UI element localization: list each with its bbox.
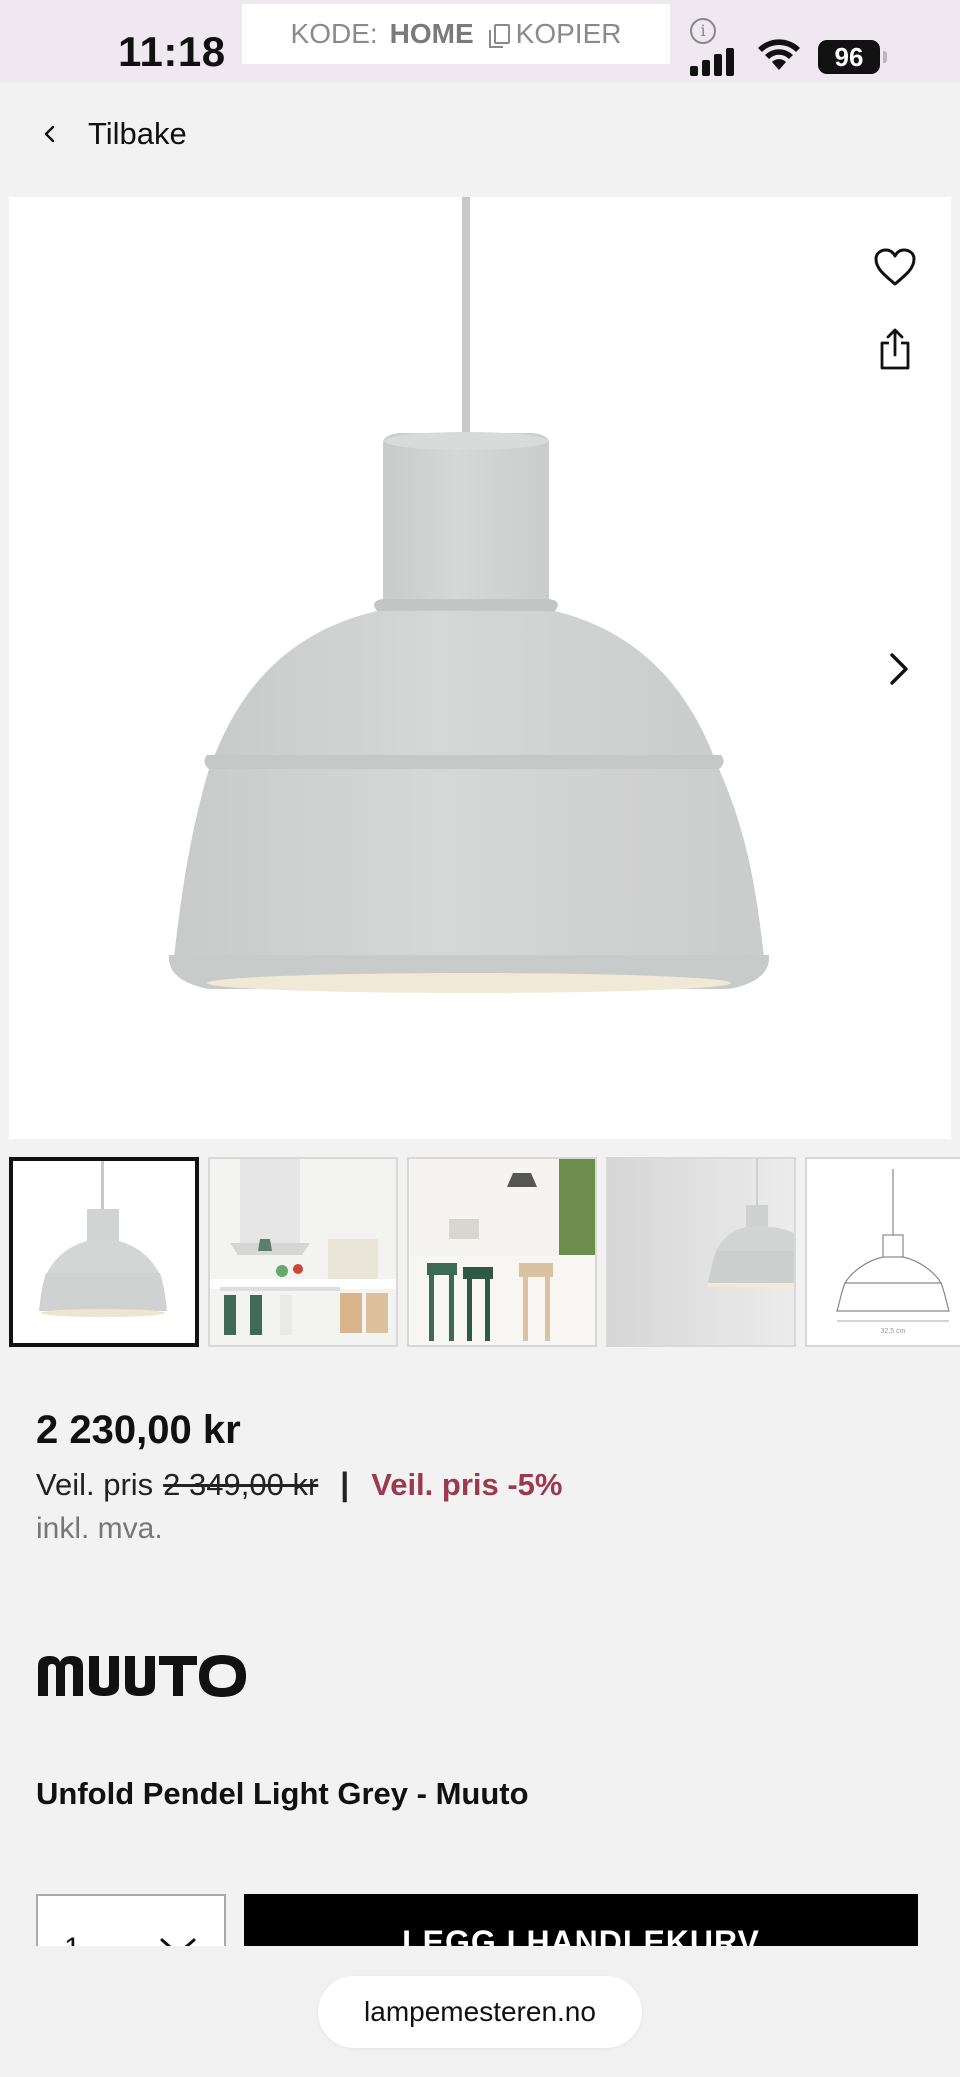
discount-label: Veil. pris -5% (371, 1466, 563, 1502)
svg-text:32,5 cm: 32,5 cm (881, 1328, 906, 1335)
share-button[interactable] (871, 321, 919, 377)
copy-label: KOPIER (515, 18, 622, 49)
thumbnail-1[interactable] (9, 1157, 199, 1347)
thumbnail-4[interactable] (606, 1157, 796, 1347)
recommended-price: 2 349,00 kr (163, 1466, 319, 1502)
product-image-main[interactable] (9, 197, 951, 1139)
discount-code-banner[interactable]: KODE: HOME KOPIER (242, 4, 670, 64)
next-image-button[interactable] (877, 641, 921, 697)
share-icon (880, 328, 910, 370)
dimension-drawing-thumbnail: 32,5 cm (807, 1159, 960, 1345)
vat-note: inkl. mva. (36, 1512, 163, 1545)
price-separator: | (340, 1466, 350, 1502)
copy-code-button[interactable]: KOPIER (488, 18, 622, 50)
bar-stools-thumbnail (409, 1159, 595, 1345)
thumbnail-3[interactable] (407, 1157, 597, 1347)
wifi-icon (758, 39, 800, 70)
chevron-right-icon (890, 653, 908, 685)
chevron-left-icon (44, 125, 55, 143)
code-value: HOME (389, 18, 474, 49)
thumbnail-strip[interactable]: 32,5 cm (9, 1157, 960, 1349)
pendant-lamp-image (168, 197, 770, 993)
code-label: KODE: (290, 18, 378, 49)
muuto-logo[interactable] (36, 1652, 248, 1703)
battery-tip (883, 51, 887, 63)
pendant-lamp-thumbnail (13, 1161, 195, 1343)
browser-bottom-bar: lampemesteren.no (0, 1946, 960, 2077)
thumbnail-2[interactable] (208, 1157, 398, 1347)
status-bar: 11:18 KODE: HOME KOPIER i 96 (0, 0, 960, 82)
pendant-lamp-side-thumbnail (608, 1159, 794, 1345)
recommended-price-row: Veil. pris 2 349,00 kr | Veil. pris -5% (36, 1466, 563, 1503)
thumbnail-5[interactable]: 32,5 cm (805, 1157, 960, 1347)
favorite-button[interactable] (869, 241, 921, 293)
cellular-signal-icon (690, 48, 734, 76)
kitchen-scene-thumbnail (210, 1159, 396, 1345)
product-price: 2 230,00 kr (36, 1408, 241, 1452)
copy-icon (488, 24, 510, 48)
status-time: 11:18 (118, 28, 226, 75)
back-label: Tilbake (88, 116, 187, 151)
brand-logo-icon (38, 1655, 246, 1697)
recommended-label: Veil. pris (36, 1466, 154, 1502)
info-icon[interactable]: i (690, 18, 716, 44)
heart-icon (874, 248, 916, 286)
battery-indicator: 96 (818, 40, 880, 74)
product-title: Unfold Pendel Light Grey - Muuto (36, 1776, 529, 1811)
url-bar[interactable]: lampemesteren.no (318, 1976, 642, 2048)
back-button[interactable]: Tilbake (40, 116, 187, 152)
